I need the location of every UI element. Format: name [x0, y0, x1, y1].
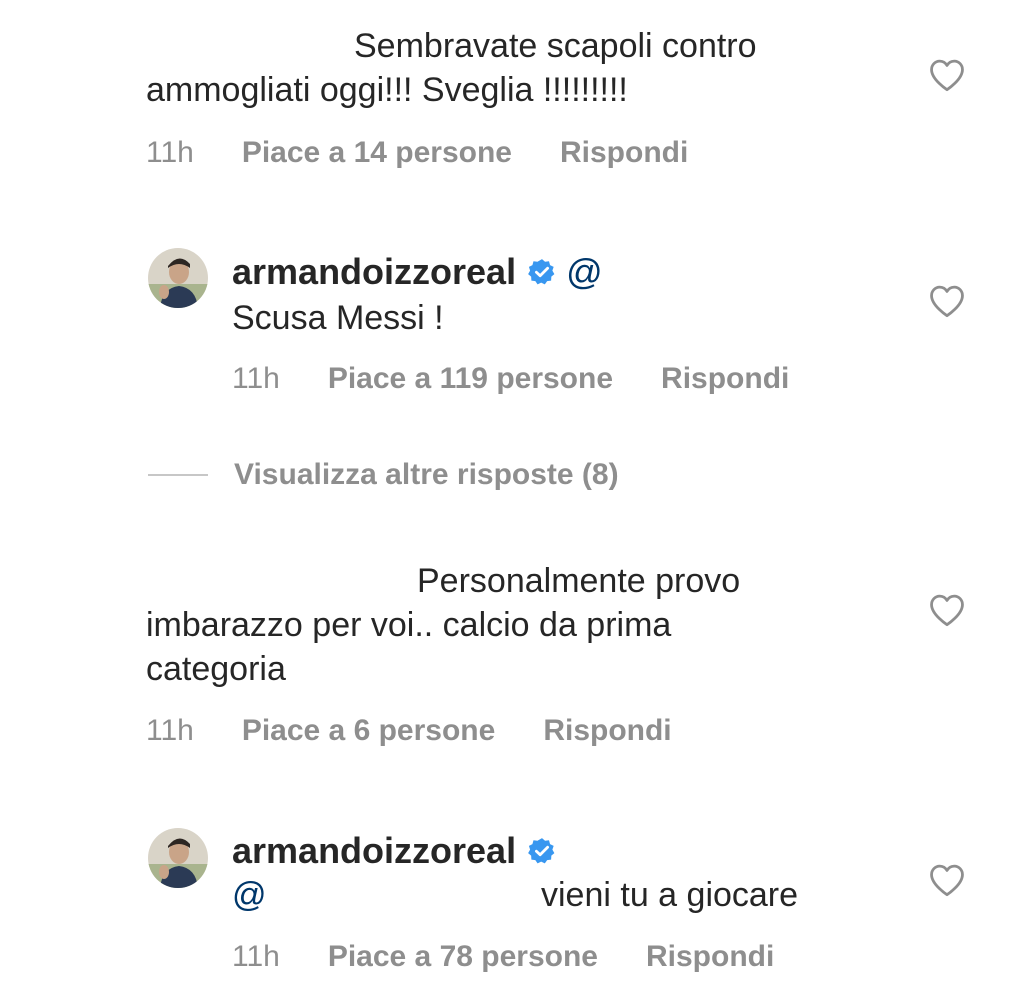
likes-count-link[interactable]: Piace a 119 persone: [328, 362, 613, 396]
heart-outline-icon[interactable]: [928, 593, 966, 627]
comment-meta: 11h Piace a 6 persone Rispondi: [146, 714, 672, 748]
comment-time: 11h: [232, 362, 280, 395]
verified-badge-icon: [528, 838, 555, 864]
view-more-replies-label: Visualizza altre risposte (8): [234, 458, 619, 491]
username-line: armandoizzoreal: [232, 829, 556, 873]
reply-button[interactable]: Rispondi: [646, 940, 774, 974]
view-more-replies-button[interactable]: Visualizza altre risposte (8): [148, 458, 619, 492]
comment-meta: 11h Piace a 78 persone Rispondi: [232, 940, 774, 974]
heart-outline-icon[interactable]: [928, 284, 966, 318]
likes-count-link[interactable]: Piace a 78 persone: [328, 940, 598, 974]
avatar[interactable]: [148, 828, 208, 888]
comment-text: categoria: [146, 650, 286, 688]
comment-meta: 11h Piace a 14 persone Rispondi: [146, 136, 688, 170]
heart-outline-icon[interactable]: [928, 58, 966, 92]
comment-time: 11h: [146, 714, 194, 747]
username-link[interactable]: armandoizzoreal: [232, 250, 516, 294]
comment-text: Personalmente provo: [417, 562, 741, 600]
reply-button[interactable]: Rispondi: [560, 136, 688, 170]
reply-button[interactable]: Rispondi: [543, 714, 671, 748]
avatar-image: [148, 248, 208, 308]
verified-badge-icon: [528, 259, 555, 285]
comment-text: Scusa Messi !: [232, 299, 444, 337]
avatar[interactable]: [148, 248, 208, 308]
mention-link[interactable]: @: [232, 873, 267, 917]
comment-text: vieni tu a giocare: [541, 876, 799, 914]
username-line: armandoizzoreal @: [232, 250, 603, 294]
reply-button[interactable]: Rispondi: [661, 362, 789, 396]
avatar-image: [148, 828, 208, 888]
comment-text: ammogliati oggi!!! Sveglia !!!!!!!!!: [146, 71, 628, 109]
comment-time: 11h: [146, 136, 194, 169]
heart-outline-icon[interactable]: [928, 863, 966, 897]
mention-link[interactable]: @: [566, 250, 603, 294]
comment-text: Sembravate scapoli contro: [354, 27, 757, 65]
likes-count-link[interactable]: Piace a 14 persone: [242, 136, 512, 170]
comment-meta: 11h Piace a 119 persone Rispondi: [232, 362, 789, 396]
divider-line: [148, 474, 208, 476]
comment-time: 11h: [232, 940, 280, 973]
username-link[interactable]: armandoizzoreal: [232, 829, 516, 873]
comment-text: imbarazzo per voi.. calcio da prima: [146, 606, 672, 644]
likes-count-link[interactable]: Piace a 6 persone: [242, 714, 495, 748]
